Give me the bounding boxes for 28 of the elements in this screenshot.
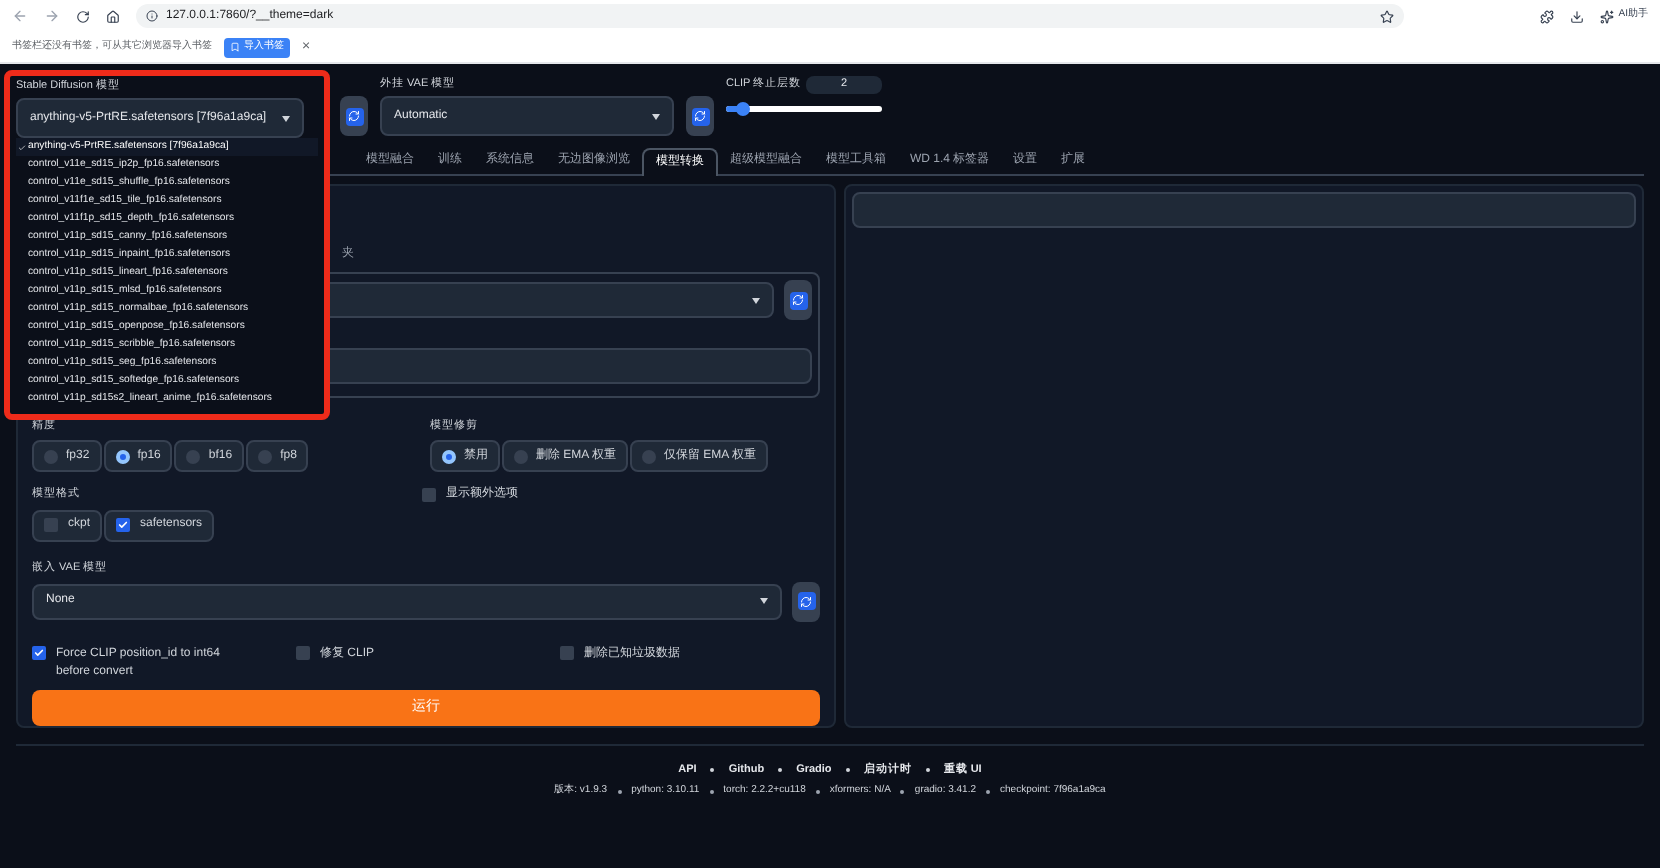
sparkle-icon[interactable] bbox=[1600, 9, 1615, 23]
caret-icon bbox=[652, 113, 660, 120]
checkbox[interactable] bbox=[296, 645, 310, 660]
slider-track[interactable] bbox=[726, 106, 882, 112]
info-icon[interactable] bbox=[146, 10, 158, 22]
refresh-icon bbox=[345, 107, 363, 125]
checkbox[interactable] bbox=[422, 488, 436, 503]
caret-icon bbox=[752, 297, 760, 303]
extensions-icon[interactable] bbox=[1540, 9, 1555, 23]
caret-icon bbox=[282, 115, 290, 122]
refresh-icon bbox=[691, 107, 709, 126]
checkbox[interactable] bbox=[560, 645, 574, 660]
star-icon[interactable] bbox=[1380, 9, 1395, 23]
home-icon[interactable] bbox=[106, 9, 120, 23]
refresh-button[interactable] bbox=[792, 581, 820, 622]
refresh-button[interactable] bbox=[784, 280, 812, 320]
checkbox[interactable] bbox=[44, 518, 58, 532]
refresh-icon bbox=[789, 291, 807, 309]
checkbox[interactable] bbox=[116, 518, 131, 532]
refresh-icon bbox=[797, 592, 815, 611]
download-icon[interactable] bbox=[1570, 9, 1585, 23]
checkbox[interactable] bbox=[32, 645, 46, 660]
refresh-button[interactable] bbox=[686, 96, 714, 137]
refresh-button[interactable] bbox=[340, 96, 368, 136]
reload-icon[interactable] bbox=[76, 9, 90, 23]
bookmark-icon bbox=[230, 42, 240, 52]
slider-thumb[interactable] bbox=[735, 102, 750, 116]
caret-icon bbox=[760, 598, 768, 605]
